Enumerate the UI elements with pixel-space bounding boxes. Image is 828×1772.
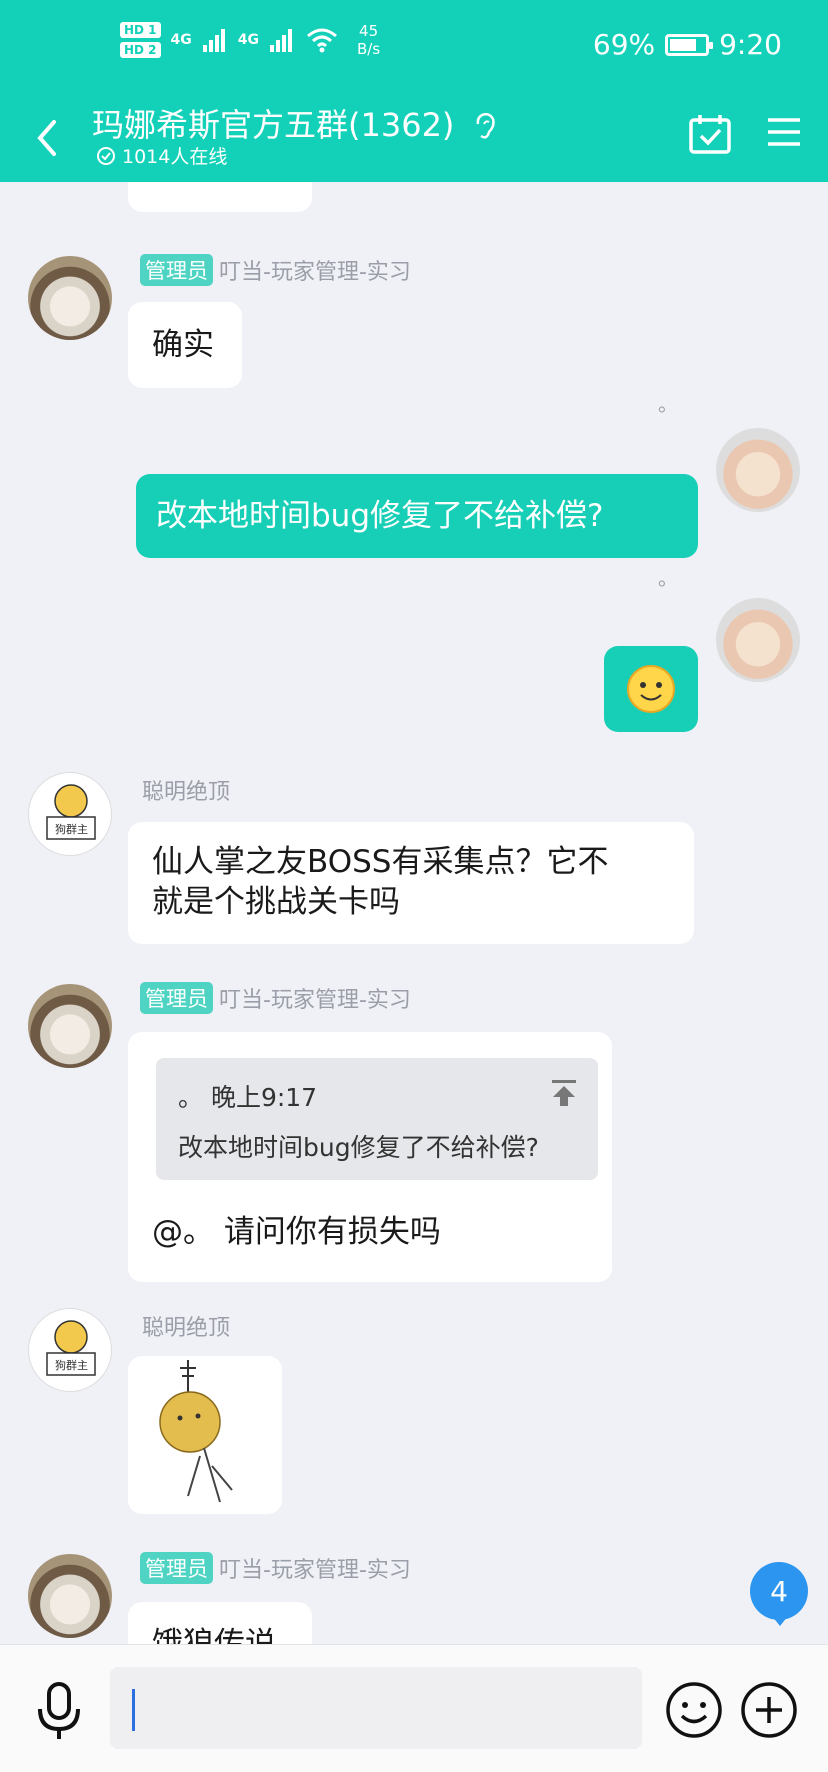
avatar-me-2[interactable] [716, 598, 800, 682]
message-text: 改本地时间bug修复了不给补偿? [156, 498, 604, 534]
quote-text: 改本地时间bug修复了不给补偿? [178, 1133, 539, 1162]
message-list[interactable]: 管理员 叮当-玩家管理-实习 确实 。 改本地时间bug修复了不给补偿? 。 狗… [0, 182, 828, 1644]
clock: 9:20 [719, 28, 782, 61]
image-message[interactable] [128, 1356, 282, 1514]
my-name: 。 [658, 392, 678, 416]
chat-header: 玛娜希斯官方五群(1362) 1014人在线 [0, 98, 828, 182]
sender-name[interactable]: 叮当-玩家管理-实习 [219, 1552, 411, 1584]
avatar-admin[interactable] [28, 984, 112, 1068]
unread-count-badge[interactable]: 4 [750, 1562, 808, 1626]
hd2-badge: HD 2 [120, 42, 161, 58]
online-count: 1014人在线 [122, 146, 228, 168]
sender-line: 管理员 叮当-玩家管理-实习 [140, 1552, 411, 1584]
network-type-2: 4G [237, 32, 259, 48]
avatar-admin[interactable] [28, 1554, 112, 1638]
wifi-icon [307, 28, 337, 53]
status-right: 69% 9:20 [593, 28, 782, 61]
battery-fill [670, 38, 697, 51]
avatar-sign: 狗群主 [55, 822, 88, 836]
my-name-2: 。 [658, 566, 678, 590]
message-bubble[interactable]: 仙人掌之友BOSS有采集点？它不 就是个挑战关卡吗 [128, 822, 694, 944]
message-bubble[interactable]: 确实 [128, 302, 242, 388]
admin-badge: 管理员 [140, 1552, 213, 1584]
admin-badge: 管理员 [140, 254, 213, 286]
my-sticker-bubble[interactable] [604, 646, 698, 732]
dog-cartoon-icon: 狗群主 [46, 784, 96, 840]
speed-unit: B/s [357, 40, 381, 58]
text-cursor [132, 1689, 135, 1731]
group-name: 玛娜希斯官方五群(1362) [92, 106, 455, 144]
quote-header: 。 晚上9:17 [178, 1083, 318, 1112]
signal-icon [202, 29, 225, 52]
menu-icon[interactable] [766, 114, 802, 150]
plus-button-icon[interactable] [740, 1681, 798, 1739]
message-text: @。 请问你有损失吗 [152, 1214, 441, 1250]
sender-name[interactable]: 叮当-玩家管理-实习 [219, 254, 411, 286]
message-bubble[interactable]: 饿狼传说 [128, 1602, 312, 1644]
hd-indicators: HD 1 HD 2 [120, 22, 161, 58]
sender-line: 聪明绝顶 [142, 1310, 230, 1342]
back-arrow-icon[interactable] [28, 110, 68, 166]
jump-to-top-icon[interactable] [550, 1078, 578, 1108]
network-type-1: 4G [170, 32, 192, 48]
ear-icon [476, 112, 495, 139]
signal-icon-2 [270, 29, 292, 52]
avatar-sign: 狗群主 [55, 1358, 88, 1372]
sender-line: 管理员 叮当-玩家管理-实习 [140, 982, 411, 1014]
avatar-congming[interactable]: 狗群主 [28, 1308, 112, 1392]
quoted-message[interactable]: 。 晚上9:17 改本地时间bug修复了不给补偿? [156, 1058, 598, 1180]
reply-bubble[interactable]: 。 晚上9:17 改本地时间bug修复了不给补偿? @。 请问你有损失吗 [128, 1032, 612, 1282]
avatar-congming[interactable]: 狗群主 [28, 772, 112, 856]
sender-name[interactable]: 叮当-玩家管理-实习 [219, 982, 411, 1014]
group-title[interactable]: 玛娜希斯官方五群(1362) [92, 100, 499, 146]
sender-line: 聪明绝顶 [142, 774, 230, 806]
message-text: 确实 [152, 327, 214, 363]
message-text: 饿狼传说 [152, 1626, 276, 1644]
message-text-line1: 仙人掌之友BOSS有采集点？它不 [152, 844, 609, 880]
message-text-line2: 就是个挑战关卡吗 [152, 884, 400, 920]
my-message-bubble[interactable]: 改本地时间bug修复了不给补偿? [136, 474, 698, 558]
admin-badge: 管理员 [140, 982, 213, 1014]
status-bar: HD 1 HD 2 4G 4G 45 B/s 69% 9:20 [0, 0, 828, 98]
avatar-admin[interactable] [28, 256, 112, 340]
calendar-check-icon[interactable] [688, 112, 732, 156]
network-speed: 45 B/s [357, 22, 380, 58]
avatar-me[interactable] [716, 428, 800, 512]
online-check-icon [97, 146, 115, 165]
sender-name[interactable]: 聪明绝顶 [142, 1310, 230, 1342]
message-input[interactable] [110, 1667, 642, 1749]
hd1-badge: HD 1 [120, 22, 161, 38]
hanging-cartoon-sticker-icon [159, 1360, 233, 1503]
input-bar [0, 1644, 828, 1772]
message-bubble-partial[interactable] [128, 182, 312, 212]
sender-line: 管理员 叮当-玩家管理-实习 [140, 254, 411, 286]
emoji-button-icon[interactable] [665, 1681, 723, 1739]
dog-cartoon-icon: 狗群主 [46, 1320, 96, 1376]
speed-value: 45 [359, 22, 379, 40]
sender-name[interactable]: 聪明绝顶 [142, 774, 230, 806]
status-left: HD 1 HD 2 4G 4G 45 B/s [120, 22, 380, 58]
smiley-emoji-icon [627, 665, 675, 713]
online-status: 1014人在线 [96, 142, 227, 169]
battery-percent: 69% [592, 28, 656, 61]
microphone-icon[interactable] [34, 1681, 84, 1741]
battery-icon [665, 33, 714, 56]
